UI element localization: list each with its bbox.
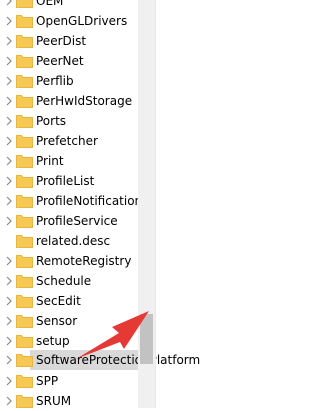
tree-item-remoteregistry[interactable]: RemoteRegistry (0, 251, 155, 271)
folder-icon (16, 35, 33, 48)
tree-item-peerdist[interactable]: PeerDist (0, 31, 155, 51)
tree-item-label: SRUM (36, 394, 72, 408)
chevron-right-icon[interactable] (4, 131, 14, 151)
tree-item-label: ProfileNotification (36, 194, 143, 208)
tree-item-opengldrivers[interactable]: OpenGLDrivers (0, 11, 155, 31)
tree-item-label: Prefetcher (36, 134, 98, 148)
tree-item-label: OpenGLDrivers (36, 14, 128, 28)
vertical-scrollbar[interactable] (138, 0, 155, 408)
tree-item-profilenotification[interactable]: ProfileNotification (0, 191, 155, 211)
chevron-right-icon[interactable] (4, 311, 14, 331)
tree-item-label: Print (36, 154, 64, 168)
folder-icon (16, 235, 33, 248)
folder-icon (16, 135, 33, 148)
tree-item-label: ProfileList (36, 174, 95, 188)
pane-divider[interactable] (155, 0, 156, 408)
folder-icon (16, 275, 33, 288)
chevron-right-icon[interactable] (4, 251, 14, 271)
tree-item-label: SoftwareProtectionPlatform (36, 353, 201, 367)
chevron-right-icon[interactable] (4, 151, 14, 171)
chevron-right-icon[interactable] (4, 51, 14, 71)
folder-icon (16, 335, 33, 348)
chevron-right-icon[interactable] (4, 371, 14, 391)
tree-item-profilelist[interactable]: ProfileList (0, 171, 155, 191)
chevron-right-icon[interactable] (4, 350, 14, 370)
scrollbar-thumb[interactable] (140, 314, 153, 364)
tree-item-print[interactable]: Print (0, 151, 155, 171)
folder-icon (16, 215, 33, 228)
registry-tree: OEM OpenGLDrivers PeerDist PeerNet Perfl… (0, 0, 200, 411)
tree-item-label: SPP (36, 374, 59, 388)
folder-icon (16, 155, 33, 168)
folder-icon (16, 195, 33, 208)
tree-item-label: setup (36, 334, 70, 348)
tree-item-srum[interactable]: SRUM (0, 391, 155, 411)
chevron-right-icon[interactable] (4, 271, 14, 291)
folder-icon (16, 0, 33, 8)
chevron-right-icon[interactable] (4, 31, 14, 51)
folder-icon (16, 395, 33, 408)
chevron-right-icon[interactable] (4, 191, 14, 211)
folder-icon (16, 75, 33, 88)
tree-item-ports[interactable]: Ports (0, 111, 155, 131)
folder-icon (16, 354, 33, 367)
chevron-right-icon[interactable] (4, 0, 14, 11)
chevron-right-icon[interactable] (4, 71, 14, 91)
folder-icon (16, 255, 33, 268)
tree-item-schedule[interactable]: Schedule (0, 271, 155, 291)
tree-item-label: Ports (36, 114, 67, 128)
tree-item-label: PeerNet (36, 54, 84, 68)
chevron-right-icon[interactable] (4, 211, 14, 231)
chevron-right-icon[interactable] (4, 111, 14, 131)
tree-item-label: Schedule (36, 274, 92, 288)
tree-item-label: Perflib (36, 74, 74, 88)
tree-item-peernet[interactable]: PeerNet (0, 51, 155, 71)
chevron-right-icon[interactable] (4, 291, 14, 311)
tree-item-setup[interactable]: setup (0, 331, 155, 351)
folder-icon (16, 295, 33, 308)
folder-icon (16, 15, 33, 28)
tree-item-label: RemoteRegistry (36, 254, 132, 268)
chevron-right-icon[interactable] (4, 11, 14, 31)
tree-item-sensor[interactable]: Sensor (0, 311, 155, 331)
tree-item-label: related.desc (36, 234, 111, 248)
folder-icon (16, 375, 33, 388)
tree-item-profileservice[interactable]: ProfileService (0, 211, 155, 231)
tree-item-perhwidstorage[interactable]: PerHwIdStorage (0, 91, 155, 111)
tree-item-spp[interactable]: SPP (0, 371, 155, 391)
tree-item-secedit[interactable]: SecEdit (0, 291, 155, 311)
chevron-right-icon[interactable] (4, 91, 14, 111)
tree-item-label: SecEdit (36, 294, 81, 308)
folder-icon (16, 115, 33, 128)
folder-icon (16, 175, 33, 188)
folder-icon (16, 55, 33, 68)
tree-item-softwareprotectionplatform[interactable]: SoftwareProtectionPlatform (0, 350, 200, 370)
folder-icon (16, 95, 33, 108)
tree-item-label: Sensor (36, 314, 78, 328)
tree-item-oem[interactable]: OEM (0, 0, 155, 11)
tree-item-related-desc[interactable]: related.desc (0, 231, 155, 251)
tree-item-label: ProfileService (36, 214, 118, 228)
chevron-right-icon[interactable] (4, 331, 14, 351)
chevron-right-icon[interactable] (4, 391, 14, 411)
tree-item-label: PerHwIdStorage (36, 94, 133, 108)
tree-item-label: OEM (36, 0, 64, 8)
chevron-right-icon[interactable] (4, 171, 14, 191)
folder-icon (16, 315, 33, 328)
tree-item-prefetcher[interactable]: Prefetcher (0, 131, 155, 151)
tree-item-perflib[interactable]: Perflib (0, 71, 155, 91)
tree-item-label: PeerDist (36, 34, 87, 48)
